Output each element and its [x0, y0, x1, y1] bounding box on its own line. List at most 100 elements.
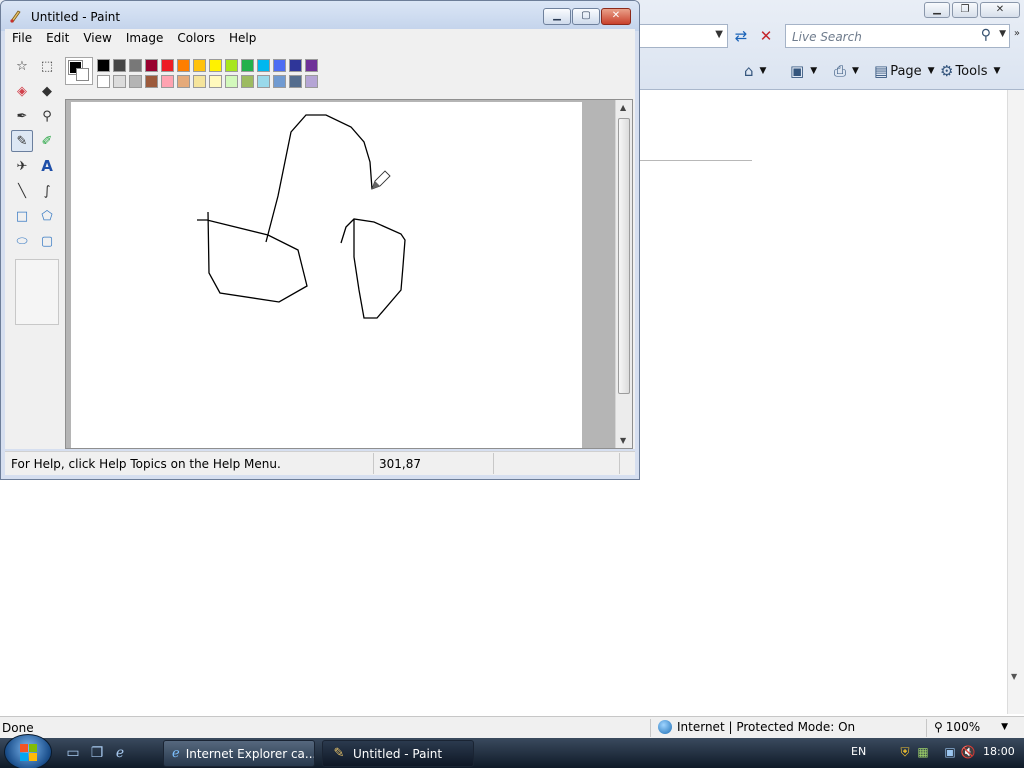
volume-muted-icon[interactable]: 🔇	[960, 744, 976, 760]
scroll-thumb[interactable]	[618, 118, 630, 394]
palette-swatch[interactable]	[257, 75, 270, 88]
line-icon[interactable]: ╲	[11, 180, 33, 202]
palette-swatch[interactable]	[225, 75, 238, 88]
palette-swatch[interactable]	[177, 75, 190, 88]
menu-colors[interactable]: Colors	[170, 29, 222, 49]
minimize-button[interactable]: ▁	[543, 8, 571, 25]
scroll-up-icon[interactable]: ▲	[620, 103, 626, 112]
palette-swatch[interactable]	[129, 75, 142, 88]
palette-swatch[interactable]	[273, 75, 286, 88]
text-icon[interactable]: A	[36, 155, 58, 177]
task-label: Internet Explorer ca...	[185, 746, 315, 761]
palette-swatch[interactable]	[113, 75, 126, 88]
palette-swatch[interactable]	[209, 75, 222, 88]
address-bar-dropdown[interactable]: ▼	[640, 24, 728, 48]
tools-menu-button[interactable]: ⚙ Tools ▼	[940, 61, 1000, 81]
palette-swatch[interactable]	[161, 75, 174, 88]
palette-swatch[interactable]	[257, 59, 270, 72]
chevron-down-icon[interactable]: ▼	[999, 29, 1006, 39]
palette-swatch[interactable]	[241, 75, 254, 88]
palette-swatch[interactable]	[305, 75, 318, 88]
menu-help[interactable]: Help	[222, 29, 263, 49]
ie-quicklaunch-icon[interactable]: ℯ	[111, 744, 129, 762]
scroll-down-icon[interactable]: ▼	[620, 436, 626, 445]
rounded-rectangle-icon[interactable]: ▢	[36, 230, 58, 252]
ellipse-icon[interactable]: ⬭	[11, 230, 33, 252]
print-button[interactable]: ⎙ ▼	[834, 61, 859, 81]
palette-swatch[interactable]	[289, 75, 302, 88]
language-indicator[interactable]: EN	[851, 745, 866, 758]
paint-title-bar[interactable]: Untitled - Paint ▁ ▢ ✕	[1, 1, 639, 31]
eraser-icon[interactable]: ◈	[11, 80, 33, 102]
security-shield-icon[interactable]: ⛨	[897, 744, 913, 760]
palette-swatch[interactable]	[145, 75, 158, 88]
magnifier-icon[interactable]: ⚲	[36, 105, 58, 127]
palette-swatch[interactable]	[113, 59, 126, 72]
security-zone[interactable]: Internet | Protected Mode: On	[658, 720, 855, 734]
drawing-canvas[interactable]	[71, 102, 582, 448]
tool-options-box[interactable]	[15, 259, 59, 325]
switch-windows-icon[interactable]: ❐	[88, 744, 106, 762]
ie-minimize-button[interactable]: ▁	[924, 2, 950, 18]
search-input[interactable]: Live Search ⚲ ▼	[785, 24, 1010, 48]
current-colors[interactable]	[65, 57, 93, 85]
search-icon[interactable]: ⚲	[981, 27, 991, 43]
ie-close-button[interactable]: ✕	[980, 2, 1020, 18]
status-divider	[493, 453, 494, 474]
chevron-down-icon: ▼	[852, 66, 859, 76]
curve-icon[interactable]: ∫	[36, 180, 58, 202]
zoom-level: 100%	[945, 720, 981, 734]
close-button[interactable]: ✕	[601, 8, 631, 25]
refresh-icon[interactable]: ⇄	[730, 25, 752, 47]
palette-swatch[interactable]	[129, 59, 142, 72]
airbrush-icon[interactable]: ✈	[11, 155, 33, 177]
polygon-icon[interactable]: ⬠	[36, 205, 58, 227]
pencil-icon[interactable]: ✎	[11, 130, 33, 152]
palette-swatch[interactable]	[177, 59, 190, 72]
maximize-button[interactable]: ▢	[572, 8, 600, 25]
task-button-paint[interactable]: ✎ Untitled - Paint	[322, 740, 474, 767]
page-menu-button[interactable]: ▤ Page ▼	[874, 61, 935, 81]
paint-app-icon	[10, 10, 21, 23]
menu-image[interactable]: Image	[119, 29, 171, 49]
palette-swatch[interactable]	[289, 59, 302, 72]
palette-swatch[interactable]	[225, 59, 238, 72]
palette-swatch[interactable]	[209, 59, 222, 72]
palette-swatch[interactable]	[241, 59, 254, 72]
free-form-select-icon[interactable]: ☆	[11, 55, 33, 77]
select-icon[interactable]: ⬚	[36, 55, 58, 77]
pick-color-icon[interactable]: ✒	[11, 105, 33, 127]
palette-swatch[interactable]	[161, 59, 174, 72]
feeds-button[interactable]: ▣ ▼	[790, 61, 817, 81]
palette-swatch[interactable]	[97, 59, 110, 72]
clock[interactable]: 18:00	[983, 745, 1015, 758]
ie-vertical-scrollbar[interactable]: ▼	[1007, 90, 1024, 714]
more-tools-icon[interactable]: »	[1014, 28, 1020, 39]
palette-swatch[interactable]	[145, 59, 158, 72]
palette-swatch[interactable]	[193, 59, 206, 72]
menu-edit[interactable]: Edit	[39, 29, 76, 49]
rectangle-icon[interactable]: □	[11, 205, 33, 227]
stop-icon[interactable]: ✕	[755, 25, 777, 47]
menu-file[interactable]: File	[5, 29, 39, 49]
menu-view[interactable]: View	[76, 29, 118, 49]
palette-swatch[interactable]	[193, 75, 206, 88]
page-label: Page	[890, 63, 922, 79]
palette-swatch[interactable]	[305, 59, 318, 72]
home-button[interactable]: ⌂ ▼	[744, 61, 766, 81]
scroll-down-icon[interactable]: ▼	[1011, 672, 1017, 681]
palette-swatch[interactable]	[273, 59, 286, 72]
canvas-vertical-scrollbar[interactable]: ▲ ▼	[615, 100, 632, 448]
globe-icon	[658, 720, 672, 734]
show-desktop-icon[interactable]: ▭	[64, 744, 82, 762]
brush-icon[interactable]: ✐	[36, 130, 58, 152]
start-orb[interactable]	[4, 734, 52, 768]
background-color[interactable]	[76, 68, 89, 81]
palette-swatch[interactable]	[97, 75, 110, 88]
fill-with-color-icon[interactable]: ◆	[36, 80, 58, 102]
windows-defender-icon[interactable]: ▦	[915, 744, 931, 760]
network-icon[interactable]: ▣	[942, 744, 958, 760]
zoom-control[interactable]: ⚲ 100% ▼	[934, 720, 1008, 734]
ie-restore-button[interactable]: ❐	[952, 2, 978, 18]
task-button-ie[interactable]: ℯ Internet Explorer ca...	[163, 740, 315, 767]
